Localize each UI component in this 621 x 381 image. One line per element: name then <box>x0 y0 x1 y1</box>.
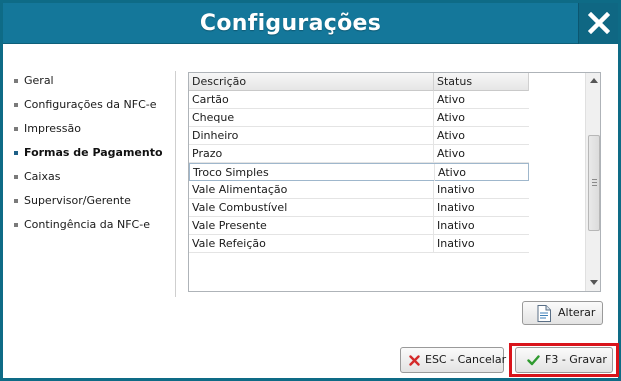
table-row[interactable]: Dinheiro Ativo <box>189 127 529 145</box>
sidebar-item-label: Contingência da NFC-e <box>24 218 150 231</box>
save-button-label: F3 - Gravar <box>545 353 607 366</box>
bullet-icon <box>14 199 18 203</box>
table-row[interactable]: Vale Combustível Inativo <box>189 199 529 217</box>
cell-status: Ativo <box>438 166 466 179</box>
cell-status: Inativo <box>437 219 475 232</box>
table-row[interactable]: Cartão Ativo <box>189 91 529 109</box>
scroll-up-button[interactable] <box>586 73 600 89</box>
cell-descricao: Vale Refeição <box>189 235 434 252</box>
scrollbar-thumb[interactable] <box>588 135 600 231</box>
cell-status: Ativo <box>437 93 465 106</box>
grid-header: Descrição Status <box>189 73 529 91</box>
sidebar-item-label: Geral <box>24 74 54 87</box>
settings-dialog: Configurações Geral Configurações da NFC… <box>0 0 621 381</box>
sidebar-item-impressao[interactable]: Impressão <box>13 117 173 141</box>
cell-status: Inativo <box>437 237 475 250</box>
sidebar-item-geral[interactable]: Geral <box>13 69 173 93</box>
grip-line <box>592 182 597 183</box>
column-header-descricao[interactable]: Descrição <box>189 73 434 91</box>
cell-status: Inativo <box>437 201 475 214</box>
alterar-button-label: Alterar <box>558 306 596 319</box>
table-row[interactable]: Cheque Ativo <box>189 109 529 127</box>
save-button[interactable]: F3 - Gravar <box>515 347 613 373</box>
cell-status: Ativo <box>437 129 465 142</box>
cell-status: Ativo <box>437 147 465 160</box>
grip-line <box>592 179 597 180</box>
cell-descricao: Troco Simples <box>190 164 435 181</box>
cell-status: Ativo <box>437 111 465 124</box>
close-button[interactable] <box>578 3 618 44</box>
grid-scrollbar[interactable] <box>585 73 600 291</box>
alterar-button[interactable]: Alterar <box>522 301 603 325</box>
checkmark-icon <box>527 355 540 366</box>
sidebar-item-label: Caixas <box>24 170 61 183</box>
sidebar-item-label: Configurações da NFC-e <box>24 98 157 111</box>
document-edit-icon <box>537 305 551 322</box>
panel-divider <box>175 71 176 297</box>
settings-sidebar: Geral Configurações da NFC-e Impressão F… <box>13 69 173 237</box>
sidebar-item-contingencia-nfce[interactable]: Contingência da NFC-e <box>13 213 173 237</box>
sidebar-item-supervisor-gerente[interactable]: Supervisor/Gerente <box>13 189 173 213</box>
grid-body: Cartão Ativo Cheque Ativo Dinheiro Ativo… <box>189 91 529 253</box>
table-row[interactable]: Vale Alimentação Inativo <box>189 181 529 199</box>
bullet-icon <box>14 103 18 107</box>
table-row[interactable]: Prazo Ativo <box>189 145 529 163</box>
x-icon <box>409 355 420 366</box>
cell-descricao: Vale Presente <box>189 217 434 234</box>
cell-descricao: Cartão <box>189 91 434 108</box>
sidebar-item-label: Impressão <box>24 122 81 135</box>
table-row-selected[interactable]: Troco Simples Ativo <box>189 163 529 181</box>
bullet-icon <box>14 223 18 227</box>
cell-descricao: Cheque <box>189 109 434 126</box>
table-row[interactable]: Vale Refeição Inativo <box>189 235 529 253</box>
dialog-title: Configurações <box>199 11 382 36</box>
cell-descricao: Vale Alimentação <box>189 181 434 198</box>
title-bar: Configurações <box>3 3 618 44</box>
close-icon <box>588 12 610 34</box>
cell-descricao: Prazo <box>189 145 434 162</box>
triangle-up-icon <box>590 78 598 83</box>
bullet-icon <box>14 79 18 83</box>
cell-descricao: Dinheiro <box>189 127 434 144</box>
sidebar-item-configuracoes-nfce[interactable]: Configurações da NFC-e <box>13 93 173 117</box>
scroll-down-button[interactable] <box>586 275 600 291</box>
cancel-button-label: ESC - Cancelar <box>425 353 507 366</box>
sidebar-item-label: Formas de Pagamento <box>24 146 163 159</box>
cancel-button[interactable]: ESC - Cancelar <box>400 347 507 373</box>
grip-line <box>592 185 597 186</box>
bullet-icon <box>14 151 18 155</box>
bullet-icon <box>14 175 18 179</box>
sidebar-item-formas-de-pagamento[interactable]: Formas de Pagamento <box>13 141 173 165</box>
bullet-icon <box>14 127 18 131</box>
sidebar-item-caixas[interactable]: Caixas <box>13 165 173 189</box>
column-header-status[interactable]: Status <box>434 73 529 91</box>
sidebar-item-label: Supervisor/Gerente <box>24 194 131 207</box>
table-row[interactable]: Vale Presente Inativo <box>189 217 529 235</box>
triangle-down-icon <box>590 280 598 285</box>
cell-descricao: Vale Combustível <box>189 199 434 216</box>
cell-status: Inativo <box>437 183 475 196</box>
payment-methods-grid[interactable]: Descrição Status Cartão Ativo Cheque Ati… <box>188 72 601 292</box>
